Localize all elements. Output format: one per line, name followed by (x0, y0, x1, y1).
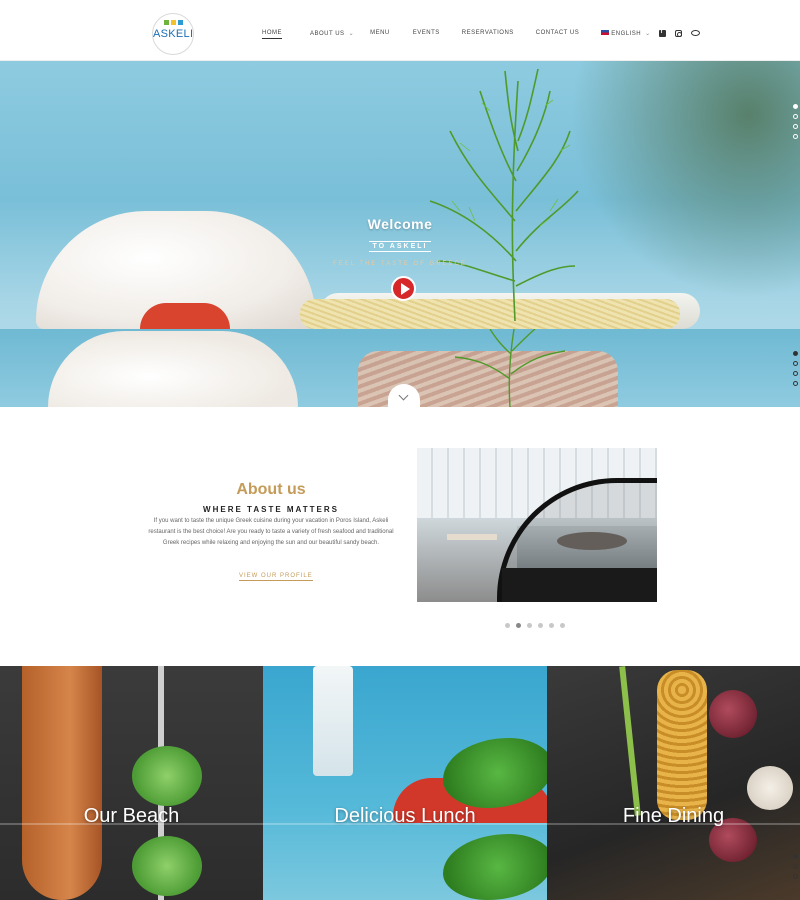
hero-dill-garnish (429, 68, 579, 321)
hero-title: Welcome (367, 216, 433, 232)
gallery-dot[interactable] (505, 623, 510, 628)
feature-tiles: Our Beach Delicious Lunch Fine Dining (0, 666, 800, 900)
slider-dot[interactable] (793, 114, 798, 119)
slider-dot[interactable] (793, 361, 798, 366)
language-label: ENGLISH (611, 30, 642, 37)
slider-dot[interactable] (793, 864, 798, 869)
hero-dill-preview (454, 329, 566, 407)
tile-sail (313, 666, 353, 776)
slider-dot[interactable] (793, 351, 798, 356)
about-gallery-image (417, 448, 657, 602)
tile-garlic (747, 766, 793, 810)
hero-subtitle-text: TO ASKELI (368, 241, 432, 252)
gallery-dot[interactable] (560, 623, 565, 628)
hero-slider: Welcome TO ASKELI FEEL THE TASTE OF GREE… (0, 61, 800, 407)
slider-dot[interactable] (793, 874, 798, 879)
hero-tomato (140, 303, 230, 329)
tripadvisor-icon[interactable] (690, 30, 700, 36)
facebook-icon[interactable] (658, 29, 666, 37)
tile-mint (132, 746, 202, 806)
hero-slider-dots (793, 104, 798, 139)
tile-our-beach[interactable]: Our Beach (0, 666, 263, 900)
about-title: About us (236, 481, 306, 498)
nav-about-us[interactable]: ABOUT US ⌄ (310, 30, 354, 37)
gallery-dot[interactable] (538, 623, 543, 628)
logo-color-squares (164, 20, 183, 25)
gallery-dot[interactable] (549, 623, 554, 628)
tile-mint-preview (132, 836, 202, 896)
slider-dot[interactable] (793, 854, 798, 859)
nav-home[interactable]: HOME (262, 30, 282, 39)
slider-dot[interactable] (793, 134, 798, 139)
nav-menu[interactable]: MENU (370, 30, 390, 36)
chevron-down-icon: ⌄ (645, 30, 651, 37)
hero-tagline: FEEL THE TASTE OF GREECE (333, 261, 467, 267)
tile-basil-preview (443, 834, 547, 900)
about-kicker: WHERE TASTE MATTERS (203, 505, 339, 514)
slider-dot[interactable] (793, 104, 798, 109)
askeli-logo[interactable]: ASKELI (152, 13, 194, 55)
nav-reservations[interactable]: RESERVATIONS (462, 30, 514, 36)
about-description: If you want to taste the unique Greek cu… (148, 518, 394, 546)
language-selector[interactable]: ENGLISH ⌄ (601, 30, 650, 37)
nav-events[interactable]: EVENTS (413, 30, 440, 36)
about-section: About us WHERE TASTE MATTERS If you want… (0, 407, 800, 666)
chevron-down-icon: ⌄ (348, 30, 355, 37)
tiles-slide-divider (0, 823, 800, 825)
photo-table (447, 534, 497, 540)
tile-pasta-nests (657, 670, 707, 820)
nav-about-us-label: ABOUT US (310, 30, 345, 37)
hero-fish-fillet-preview (48, 331, 298, 407)
play-video-button[interactable] (391, 276, 416, 301)
nav-contact-us[interactable]: CONTACT US (536, 30, 579, 36)
logo-text: ASKELI (153, 28, 194, 40)
photo-case-base (502, 568, 657, 602)
slider-dot[interactable] (793, 371, 798, 376)
slider-dot[interactable] (793, 381, 798, 386)
tiles-dots (793, 854, 798, 879)
site-header: ASKELI HOME ABOUT US ⌄ MENU EVENTS RESERV… (0, 0, 800, 61)
slider-dot[interactable] (793, 124, 798, 129)
gallery-dots (505, 623, 565, 628)
gallery-dot[interactable] (527, 623, 532, 628)
gallery-dot[interactable] (516, 623, 521, 628)
tile-beach-image (22, 666, 102, 900)
hero-preview-dots (793, 351, 798, 386)
main-nav: HOME ABOUT US ⌄ MENU EVENTS RESERVATIONS … (262, 27, 700, 39)
uk-flag-icon (601, 30, 610, 36)
instagram-icon[interactable] (674, 29, 682, 37)
view-profile-link[interactable]: VIEW OUR PROFILE (239, 573, 313, 581)
social-links (658, 29, 700, 37)
tile-red-onion (709, 690, 757, 738)
tile-delicious-lunch[interactable]: Delicious Lunch (263, 666, 547, 900)
tile-fine-dining[interactable]: Fine Dining (547, 666, 800, 900)
hero-subtitle: TO ASKELI (0, 241, 800, 252)
